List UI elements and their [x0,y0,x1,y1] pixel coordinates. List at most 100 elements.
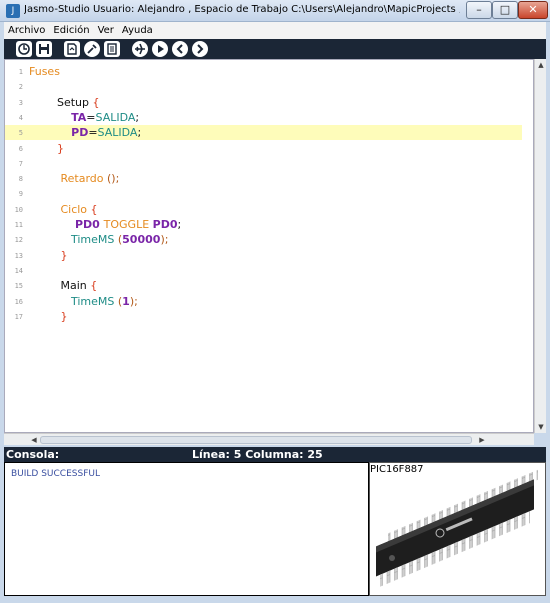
code-line[interactable]: 14 [5,263,522,278]
code-line[interactable]: 3 Setup { [5,95,522,110]
microcontroller-chip-icon [376,469,538,587]
code-token: ); [160,233,169,247]
code-token: SALIDA [95,110,136,124]
code-line[interactable]: 9 [5,186,522,201]
code-text: } [29,249,67,262]
plane-icon[interactable] [132,41,148,57]
code-token: ; [137,126,142,140]
new-icon[interactable] [16,41,32,57]
code-text: TA=SALIDA; [29,111,139,124]
code-token: 1 [122,294,130,308]
scroll-down-icon[interactable]: ▼ [535,421,547,433]
code-line[interactable]: 15 Main { [5,278,522,293]
toolbar [4,39,546,59]
line-number: 14 [14,266,23,275]
code-line[interactable]: 1 Fuses [5,64,522,79]
code-token: (); [106,172,120,186]
menu-ayuda[interactable]: Ayuda [122,25,153,36]
code-token: PD0 [29,218,104,231]
line-number: 17 [14,312,23,321]
line-number: 6 [18,144,23,153]
horizontal-scrollbar[interactable]: ◀ ▶ [4,433,534,445]
code-token: { [90,279,98,293]
code-token: TimeMS [29,233,118,247]
line-number: 10 [14,205,23,214]
code-line[interactable]: 6 } [5,141,522,156]
line-number: 3 [18,98,23,107]
scroll-left-icon[interactable]: ◀ [28,434,40,446]
vertical-scrollbar[interactable]: ▲ ▼ [534,59,546,433]
code-token: TOGGLE [103,218,153,231]
code-line[interactable]: 16 TimeMS (1); [5,294,522,309]
code-text: Main { [29,279,97,292]
line-number: 5 [18,129,23,138]
code-token: Setup [29,95,93,109]
save-icon[interactable] [36,41,52,57]
code-token: } [29,141,64,155]
code-token: PD [29,126,89,140]
code-line[interactable]: 8 Retardo (); [5,171,522,186]
line-number: 4 [18,113,23,122]
menu-archivo[interactable]: Archivo [8,25,45,36]
code-token: 50000 [122,233,161,247]
code-token: SALIDA [97,126,138,140]
menu-edicion[interactable]: Edición [53,25,89,36]
code-token: Fuses [29,65,60,78]
console-panel[interactable]: BUILD SUCCESSFUL [4,462,369,596]
code-token: Main [29,279,91,293]
close-button[interactable]: ✕ [518,1,548,19]
code-line[interactable]: 10 Ciclo { [5,202,522,217]
code-token: Retardo [29,172,107,186]
console-label: Consola: [6,448,60,461]
forward-icon[interactable] [192,41,208,57]
code-editor[interactable]: 1 Fuses 2 3 Setup {4 TA=SALIDA; 5 PD=SALIDA;… [4,59,534,433]
horizontal-scroll-thumb[interactable] [40,436,472,444]
line-number: 15 [14,282,23,291]
code-line[interactable]: 11 PD0 TOGGLE PD0; [5,217,522,232]
code-line[interactable]: 2 [5,79,522,94]
code-token: = [88,126,98,140]
maximize-button[interactable]: □ [492,1,518,19]
status-bar: Consola: Línea: 5 Columna: 25 [4,447,546,462]
scroll-right-icon[interactable]: ▶ [476,434,488,446]
minimize-button[interactable]: – [466,1,492,19]
scroll-up-icon[interactable]: ▲ [535,59,547,71]
code-token: ; [177,218,182,231]
line-number: 7 [18,159,23,168]
code-line[interactable]: 5 PD=SALIDA; [5,125,522,141]
code-token: PD0 [152,218,178,231]
code-text: Retardo (); [29,172,119,185]
code-line[interactable]: 12 TimeMS (50000); [5,232,522,247]
line-number: 13 [14,251,23,260]
code-text: } [29,142,64,155]
line-number: 11 [14,221,23,229]
line-number: 1 [18,68,23,76]
menu-ver[interactable]: Ver [98,25,114,36]
menu-bar: Archivo Edición Ver Ayuda [4,22,546,39]
line-number: 2 [18,83,23,92]
code-text: PD=SALIDA; [29,126,141,139]
code-token: ; [135,110,140,124]
compile-icon[interactable] [64,41,80,57]
chip-panel: PIC16F887 [369,462,546,596]
code-token: TA [29,110,87,124]
document-icon[interactable] [104,41,120,57]
console-output: BUILD SUCCESSFUL [11,469,100,479]
code-text: Fuses [29,65,60,78]
code-line[interactable]: 4 TA=SALIDA; [5,110,522,125]
code-token: ); [129,294,138,308]
code-line[interactable]: 13 } [5,248,522,263]
code-line[interactable]: 17 } [5,309,522,324]
code-token: { [92,95,100,109]
cursor-position: Línea: 5 Columna: 25 [192,448,323,461]
app-icon: J [6,4,20,18]
title-bar: J Jasmo-Studio Usuario: Alejandro , Espa… [0,0,550,22]
code-line[interactable]: 7 [5,156,522,171]
back-icon[interactable] [172,41,188,57]
code-text: TimeMS (50000); [29,233,168,246]
line-number: 8 [18,175,23,184]
line-number: 16 [14,297,23,306]
play-icon[interactable] [152,41,168,57]
tools-icon[interactable] [84,41,100,57]
code-text: Setup { [29,96,100,109]
